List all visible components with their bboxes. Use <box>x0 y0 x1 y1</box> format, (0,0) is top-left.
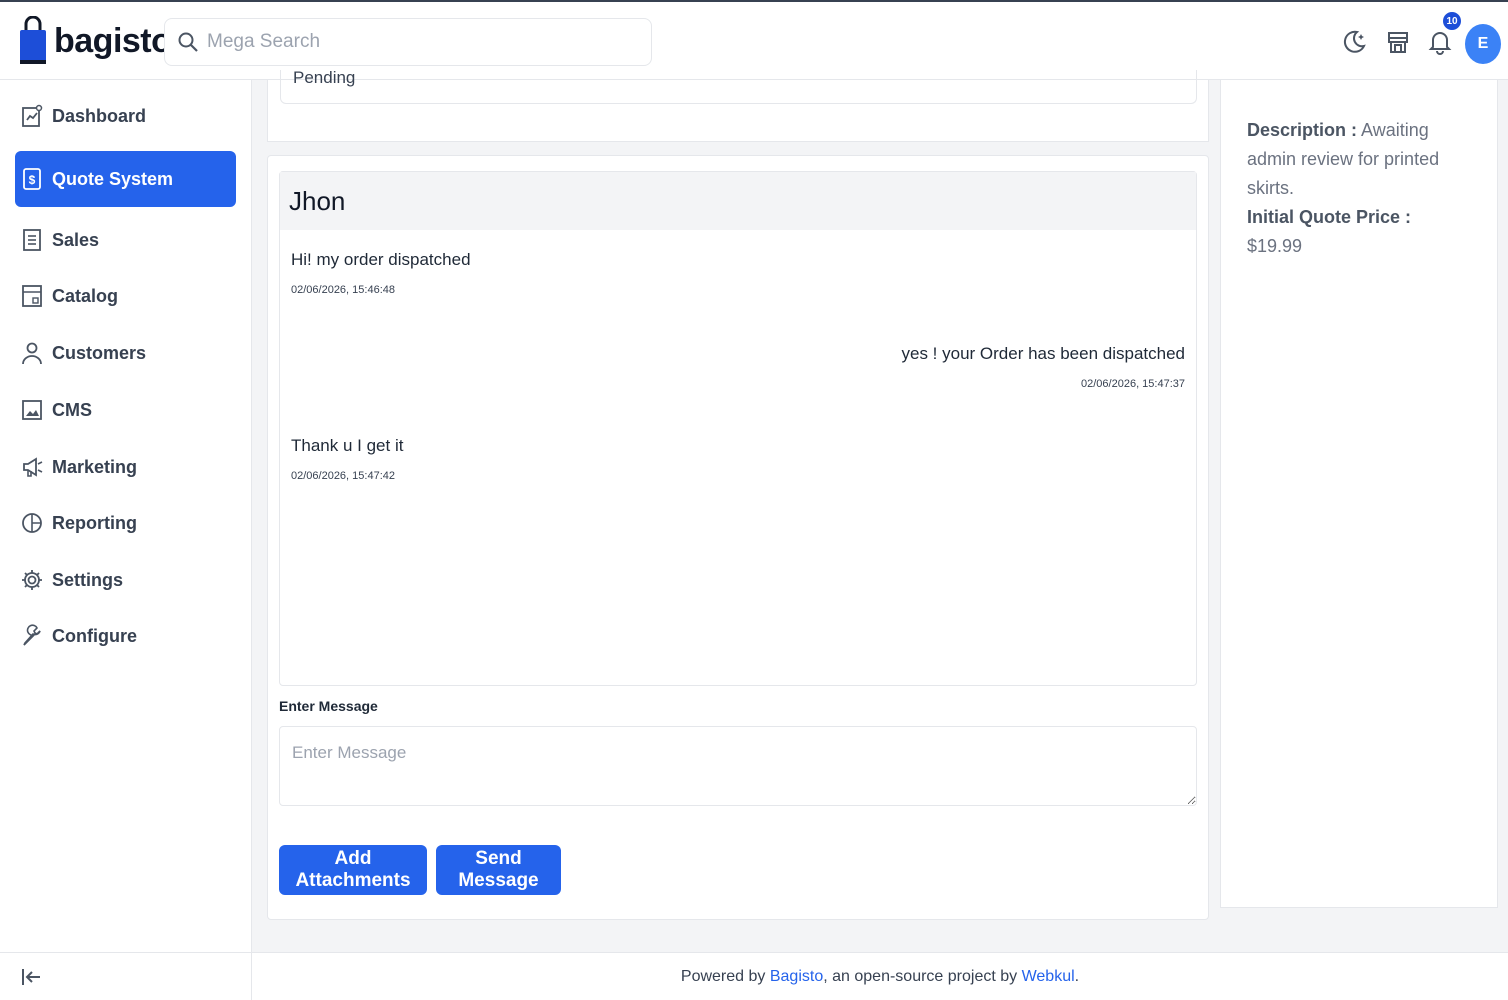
sidebar-item-label: Customers <box>52 342 147 363</box>
customers-icon <box>22 342 42 365</box>
settings-icon <box>22 570 42 590</box>
chat-message: Thank u I get it 02/06/2026, 15:47:42 <box>291 436 403 482</box>
sidebar-item-quote-system[interactable]: $ Quote System <box>15 151 236 207</box>
message-input-label: Enter Message <box>279 698 378 714</box>
sidebar-item-settings[interactable]: Settings <box>15 552 236 608</box>
add-attachments-button[interactable]: Add Attachments <box>279 845 427 895</box>
sidebar-item-label: Marketing <box>52 456 138 477</box>
brand-name: bagisto <box>54 21 172 60</box>
quote-description: Description : Awaiting admin review for … <box>1247 116 1471 203</box>
sidebar-item-label: CMS <box>52 399 92 420</box>
catalog-icon <box>22 285 42 307</box>
marketing-icon <box>23 457 43 477</box>
status-card: Pending <box>267 70 1209 142</box>
sidebar-item-customers[interactable]: Customers <box>15 325 236 381</box>
sales-icon <box>23 229 41 251</box>
message-timestamp: 02/06/2026, 15:47:42 <box>291 470 395 482</box>
search-icon <box>178 32 198 52</box>
status-value: Pending <box>293 70 356 87</box>
sidebar-item-label: Settings <box>52 569 124 590</box>
message-text: Hi! my order dispatched <box>291 250 471 269</box>
chat-message: Hi! my order dispatched 02/06/2026, 15:4… <box>291 250 471 296</box>
dashboard-icon <box>22 104 43 127</box>
message-timestamp: 02/06/2026, 15:46:48 <box>291 284 395 296</box>
message-text: Thank u I get it <box>291 436 404 455</box>
sidebar-item-label: Catalog <box>52 285 119 306</box>
sidebar-divider <box>0 952 252 953</box>
moon-icon[interactable] <box>1340 28 1368 56</box>
sidebar-item-reporting[interactable]: Reporting <box>15 495 236 551</box>
send-message-button[interactable]: Send Message <box>436 845 561 895</box>
webkul-link[interactable]: Webkul <box>1022 968 1075 986</box>
chat-header: Jhon <box>280 172 1196 230</box>
chat-window[interactable]: Jhon Hi! my order dispatched 02/06/2026,… <box>279 171 1197 686</box>
collapse-sidebar-icon[interactable] <box>20 966 42 988</box>
brand-logo[interactable]: bagisto <box>18 16 172 66</box>
mega-search[interactable] <box>164 18 652 66</box>
sidebar-item-sales[interactable]: Sales <box>15 212 236 268</box>
top-header: bagisto 10 E <box>0 0 1508 80</box>
configure-icon <box>23 624 41 646</box>
status-select[interactable]: Pending <box>280 70 1197 104</box>
sidebar-item-cms[interactable]: CMS <box>15 382 236 438</box>
notification-count-badge: 10 <box>1441 10 1463 32</box>
chat-message: yes ! your Order has been dispatched 02/… <box>902 344 1186 390</box>
sidebar-item-configure[interactable]: Configure <box>15 608 236 664</box>
footer-prefix: Powered by <box>680 967 766 985</box>
sidebar-item-label: Reporting <box>52 512 137 533</box>
message-timestamp: 02/06/2026, 15:47:37 <box>1081 378 1185 390</box>
search-input[interactable] <box>207 31 627 53</box>
quote-initial-price: Initial Quote Price : $19.99 <box>1247 203 1471 261</box>
sidebar: Dashboard $ Quote System Sales Catalog C… <box>0 80 252 1000</box>
sidebar-item-label: Configure <box>52 625 137 646</box>
cms-icon <box>22 400 42 420</box>
message-text: yes ! your Order has been dispatched <box>901 344 1186 363</box>
description-label: Description : <box>1247 120 1358 140</box>
store-icon[interactable] <box>1384 28 1412 56</box>
quote-info-card: Description : Awaiting admin review for … <box>1220 80 1498 908</box>
footer-suffix: . <box>1074 967 1080 985</box>
price-value: $19.99 <box>1247 236 1303 256</box>
sidebar-item-label: Quote System <box>52 168 174 189</box>
sidebar-item-marketing[interactable]: Marketing <box>15 439 236 495</box>
quote-icon: $ <box>23 168 41 190</box>
sidebar-item-label: Dashboard <box>52 105 147 126</box>
reporting-icon <box>22 513 42 533</box>
price-label: Initial Quote Price : <box>1247 207 1412 227</box>
bell-icon[interactable] <box>1426 28 1454 56</box>
bagisto-link[interactable]: Bagisto <box>770 968 823 986</box>
chat-title: Jhon <box>289 185 346 216</box>
user-avatar[interactable]: E <box>1465 24 1501 64</box>
footer: Powered by Bagisto, an open-source proje… <box>252 952 1508 1000</box>
sidebar-item-catalog[interactable]: Catalog <box>15 268 236 324</box>
sidebar-item-label: Sales <box>52 229 100 250</box>
footer-middle: , an open-source project by <box>823 967 1018 985</box>
chat-card: Jhon Hi! my order dispatched 02/06/2026,… <box>267 155 1209 920</box>
sidebar-item-dashboard[interactable]: Dashboard <box>15 88 236 144</box>
shopping-bag-logo-icon <box>20 16 46 64</box>
message-input[interactable] <box>279 726 1197 806</box>
svg-text:$: $ <box>29 173 36 187</box>
